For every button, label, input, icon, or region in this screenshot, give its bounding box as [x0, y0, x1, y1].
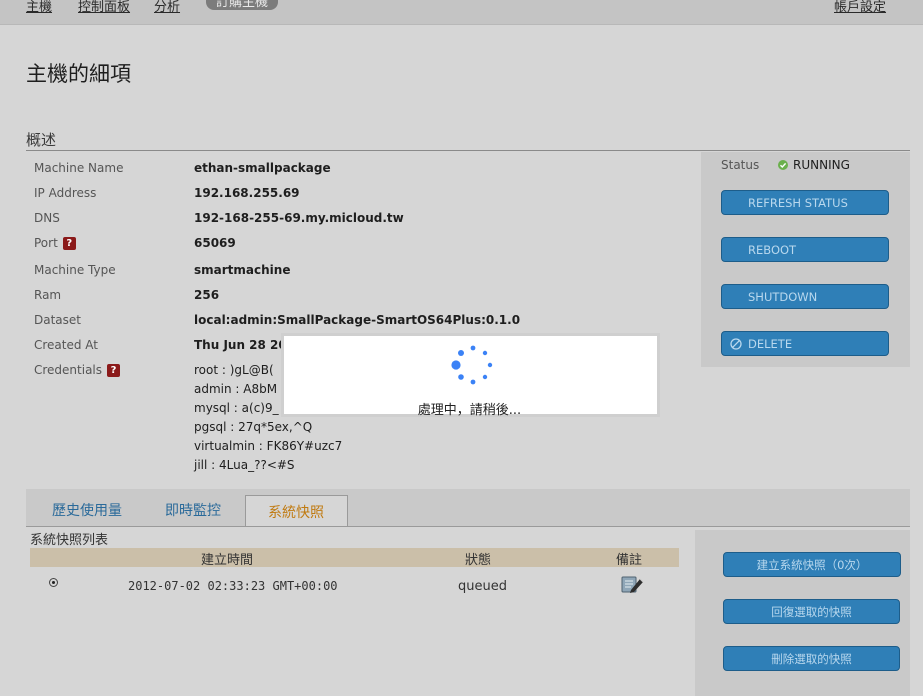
detail-label-ram: Ram	[34, 288, 61, 302]
shutdown-label: SHUTDOWN	[748, 290, 818, 304]
detail-value-ram: 256	[194, 288, 220, 302]
detail-label-credentials: Credentials?	[34, 363, 121, 377]
spinner-dot	[458, 374, 464, 380]
snapshot-select-radio[interactable]	[49, 578, 58, 587]
spinner-dot	[470, 379, 476, 385]
processing-message: 處理中，請稍後...	[417, 403, 522, 418]
delete-label: DELETE	[748, 337, 793, 351]
detail-label-text: DNS	[34, 211, 60, 225]
detail-value-ip-address: 192.168.255.69	[194, 186, 300, 200]
credential-line: jill : 4Lua_??<#S	[194, 458, 295, 472]
credentials-label-text: Credentials	[34, 363, 103, 377]
nav-link-host[interactable]: 主機	[26, 0, 52, 15]
credential-line: root : )gL@B(	[194, 363, 274, 377]
credential-line: admin : A8bM	[194, 382, 278, 396]
spinner-dot	[482, 374, 488, 380]
snapshot-table-header	[30, 548, 679, 567]
page-title: 主機的細項	[26, 62, 131, 86]
delete-snapshot-label: 刪除選取的快照	[771, 652, 852, 666]
status-label: Status	[721, 158, 760, 172]
detail-value-machine-type: smartmachine	[194, 263, 291, 277]
shutdown-button[interactable]: SHUTDOWN	[721, 284, 889, 309]
snapshot-created-time: 2012-07-02 02:33:23 GMT+00:00	[128, 579, 338, 593]
detail-label-text: Dataset	[34, 313, 81, 327]
tab-strip	[26, 489, 910, 527]
credential-line: virtualmin : FK86Y#uzc7	[194, 439, 343, 453]
snapshot-status: queued	[458, 579, 507, 594]
spinner-dot	[482, 350, 488, 356]
detail-label-text: IP Address	[34, 186, 97, 200]
detail-label-machine-type: Machine Type	[34, 263, 116, 277]
top-navigation-bar: 主機 控制面板 分析 訂購主機 帳戶設定	[0, 0, 923, 25]
reboot-label: REBOOT	[748, 243, 797, 257]
nav-link-analysis[interactable]: 分析	[154, 0, 180, 15]
detail-label-text: Ram	[34, 288, 62, 302]
check-circle-icon	[778, 160, 788, 170]
detail-label-dns: DNS	[34, 211, 60, 225]
detail-label-created-at: Created At	[34, 338, 98, 352]
refresh-status-label: REFRESH STATUS	[748, 196, 848, 210]
delete-button[interactable]: DELETE	[721, 331, 889, 356]
spinner-dot	[487, 362, 493, 368]
help-icon[interactable]: ?	[107, 364, 121, 377]
detail-label-text: Machine Name	[34, 161, 124, 175]
refresh-status-button[interactable]: REFRESH STATUS	[721, 190, 889, 215]
snapshot-list-title: 系統快照列表	[30, 533, 109, 548]
detail-label-text: Port	[34, 236, 58, 250]
credential-line: pgsql : 27q*5ex,^Q	[194, 420, 313, 434]
column-header-created-time: 建立時間	[201, 553, 254, 568]
section-heading-overview: 概述	[26, 131, 57, 149]
help-icon[interactable]: ?	[62, 237, 76, 250]
restore-snapshot-button[interactable]: 回復選取的快照	[723, 599, 900, 624]
detail-value-dataset: local:admin:SmallPackage-SmartOS64Plus:0…	[194, 313, 521, 327]
tab-usage-history[interactable]: 歷史使用量	[52, 500, 122, 520]
restore-snapshot-label: 回復選取的快照	[771, 605, 852, 619]
spinner-dot	[451, 360, 461, 370]
create-snapshot-button[interactable]: 建立系統快照（0次）	[723, 552, 901, 577]
column-header-status: 狀態	[465, 553, 492, 568]
detail-label-port: Port?	[34, 236, 76, 250]
spinner-dot	[470, 345, 476, 351]
spinner-dot	[458, 350, 464, 356]
tab-system-snapshots[interactable]: 系統快照	[245, 495, 348, 526]
detail-label-text: Created At	[34, 338, 99, 352]
edit-note-icon[interactable]	[619, 572, 645, 596]
status-value: RUNNING	[793, 158, 850, 172]
detail-label-text: Machine Type	[34, 263, 116, 277]
nav-link-order-host[interactable]: 訂購主機	[206, 0, 279, 10]
delete-snapshot-button[interactable]: 刪除選取的快照	[723, 646, 900, 671]
detail-value-port: 65069	[194, 236, 236, 250]
tab-live-monitoring[interactable]: 即時監控	[165, 500, 221, 520]
detail-value-dns: 192-168-255-69.my.micloud.tw	[194, 211, 404, 225]
nav-link-control-panel[interactable]: 控制面板	[78, 0, 130, 15]
tab-system-snapshots-label: 系統快照	[268, 505, 324, 521]
detail-label-machine-name: Machine Name	[34, 161, 123, 175]
nav-link-account-settings[interactable]: 帳戶設定	[834, 0, 886, 15]
detail-label-dataset: Dataset	[34, 313, 81, 327]
reboot-button[interactable]: REBOOT	[721, 237, 889, 262]
create-snapshot-label: 建立系統快照（0次）	[756, 558, 868, 572]
loading-spinner-icon	[451, 345, 493, 385]
detail-value-created-at: Thu Jun 28 20	[194, 338, 287, 352]
section-divider	[26, 150, 910, 151]
column-header-note: 備註	[616, 553, 643, 568]
forbidden-icon	[730, 338, 742, 350]
detail-label-ip-address: IP Address	[34, 186, 96, 200]
detail-value-machine-name: ethan-smallpackage	[194, 161, 331, 175]
